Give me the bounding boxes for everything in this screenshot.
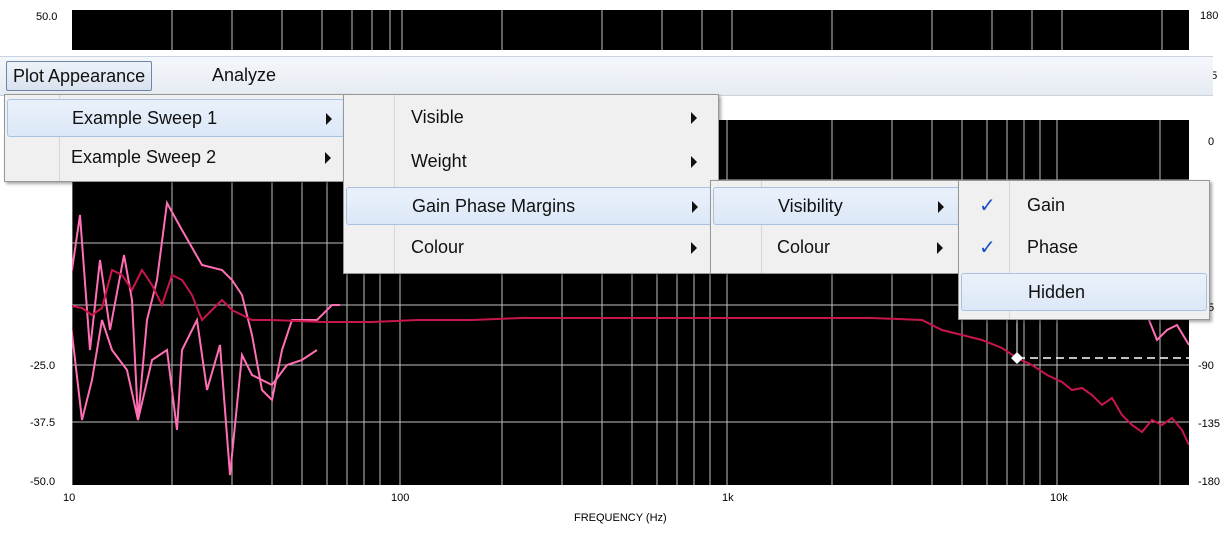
menu-item-gain-phase-margins[interactable]: Gain Phase Margins <box>346 187 716 225</box>
right-axis-tick: -180 <box>1198 476 1221 488</box>
menu-item-label: Visibility <box>778 196 843 216</box>
phase-trace-lower <box>41 229 318 476</box>
menu-item-phase[interactable]: ✓ Phase <box>961 229 1207 267</box>
chevron-right-icon <box>325 152 331 164</box>
plot-top-strip <box>72 10 1189 50</box>
right-axis-tick: 0 <box>1208 136 1215 148</box>
x-axis-tick: 10k <box>1050 492 1068 504</box>
menu-item-label: Hidden <box>1028 282 1086 302</box>
menu-item-colour[interactable]: Colour <box>713 229 961 267</box>
chevron-right-icon <box>692 201 698 213</box>
left-axis-tick: -25.0 <box>30 360 56 372</box>
checkmark-icon: ✓ <box>979 235 996 259</box>
chevron-right-icon <box>691 156 697 168</box>
menu-analyze[interactable]: Analyze <box>206 61 282 89</box>
top-strip-grid <box>171 10 1163 50</box>
checkmark-icon: ✓ <box>979 193 996 217</box>
right-axis-tick: -90 <box>1198 360 1214 372</box>
menu-item-label: Phase <box>1027 237 1079 257</box>
menu-item-label: Example Sweep 2 <box>71 147 217 167</box>
chevron-right-icon <box>938 201 944 213</box>
menu-item-visible[interactable]: Visible <box>346 99 716 137</box>
submenu-sweeps: Example Sweep 1 Example Sweep 2 <box>4 94 348 182</box>
chevron-right-icon <box>691 112 697 124</box>
chevron-right-icon <box>937 242 943 254</box>
margin-marker-diamond[interactable] <box>1011 352 1023 364</box>
menu-item-visibility[interactable]: Visibility <box>713 187 961 225</box>
submenu-sweep-options: Visible Weight Gain Phase Margins Colour <box>343 94 719 274</box>
x-axis-tick: 1k <box>722 492 734 504</box>
menu-item-label: Visible <box>411 107 464 127</box>
menu-item-label: Gain Phase Margins <box>412 196 576 216</box>
right-axis-tick: -135 <box>1198 418 1221 430</box>
menu-item-gain[interactable]: ✓ Gain <box>961 187 1207 225</box>
menu-item-label: Weight <box>411 151 467 171</box>
left-axis-tick-top: 50.0 <box>36 11 58 23</box>
left-axis-tick: -50.0 <box>30 476 56 488</box>
menu-item-colour[interactable]: Colour <box>346 229 716 267</box>
x-axis-tick: 100 <box>391 492 410 504</box>
x-axis-title: FREQUENCY (Hz) <box>574 512 667 524</box>
menu-item-hidden[interactable]: Hidden <box>961 273 1207 311</box>
menu-item-label: Gain <box>1027 195 1066 215</box>
menu-plot-appearance[interactable]: Plot Appearance <box>6 61 153 91</box>
menu-item-label: Colour <box>411 237 465 257</box>
menu-item-example-sweep-1[interactable]: Example Sweep 1 <box>7 99 345 137</box>
menu-item-label: Colour <box>777 237 831 257</box>
menu-item-label: Example Sweep 1 <box>72 108 218 128</box>
left-axis-tick: -37.5 <box>30 417 56 429</box>
submenu-gain-phase-margins: Visibility Colour <box>710 180 964 274</box>
chevron-right-icon <box>326 113 332 125</box>
menu-item-example-sweep-2[interactable]: Example Sweep 2 <box>7 139 345 177</box>
chevron-right-icon <box>691 242 697 254</box>
right-axis-tick: 180 <box>1200 10 1219 22</box>
x-axis-tick: 10 <box>63 492 76 504</box>
submenu-visibility: ✓ Gain ✓ Phase Hidden <box>958 180 1210 320</box>
menu-item-weight[interactable]: Weight <box>346 143 716 181</box>
menu-bar: Plot Appearance Analyze <box>0 56 1213 96</box>
